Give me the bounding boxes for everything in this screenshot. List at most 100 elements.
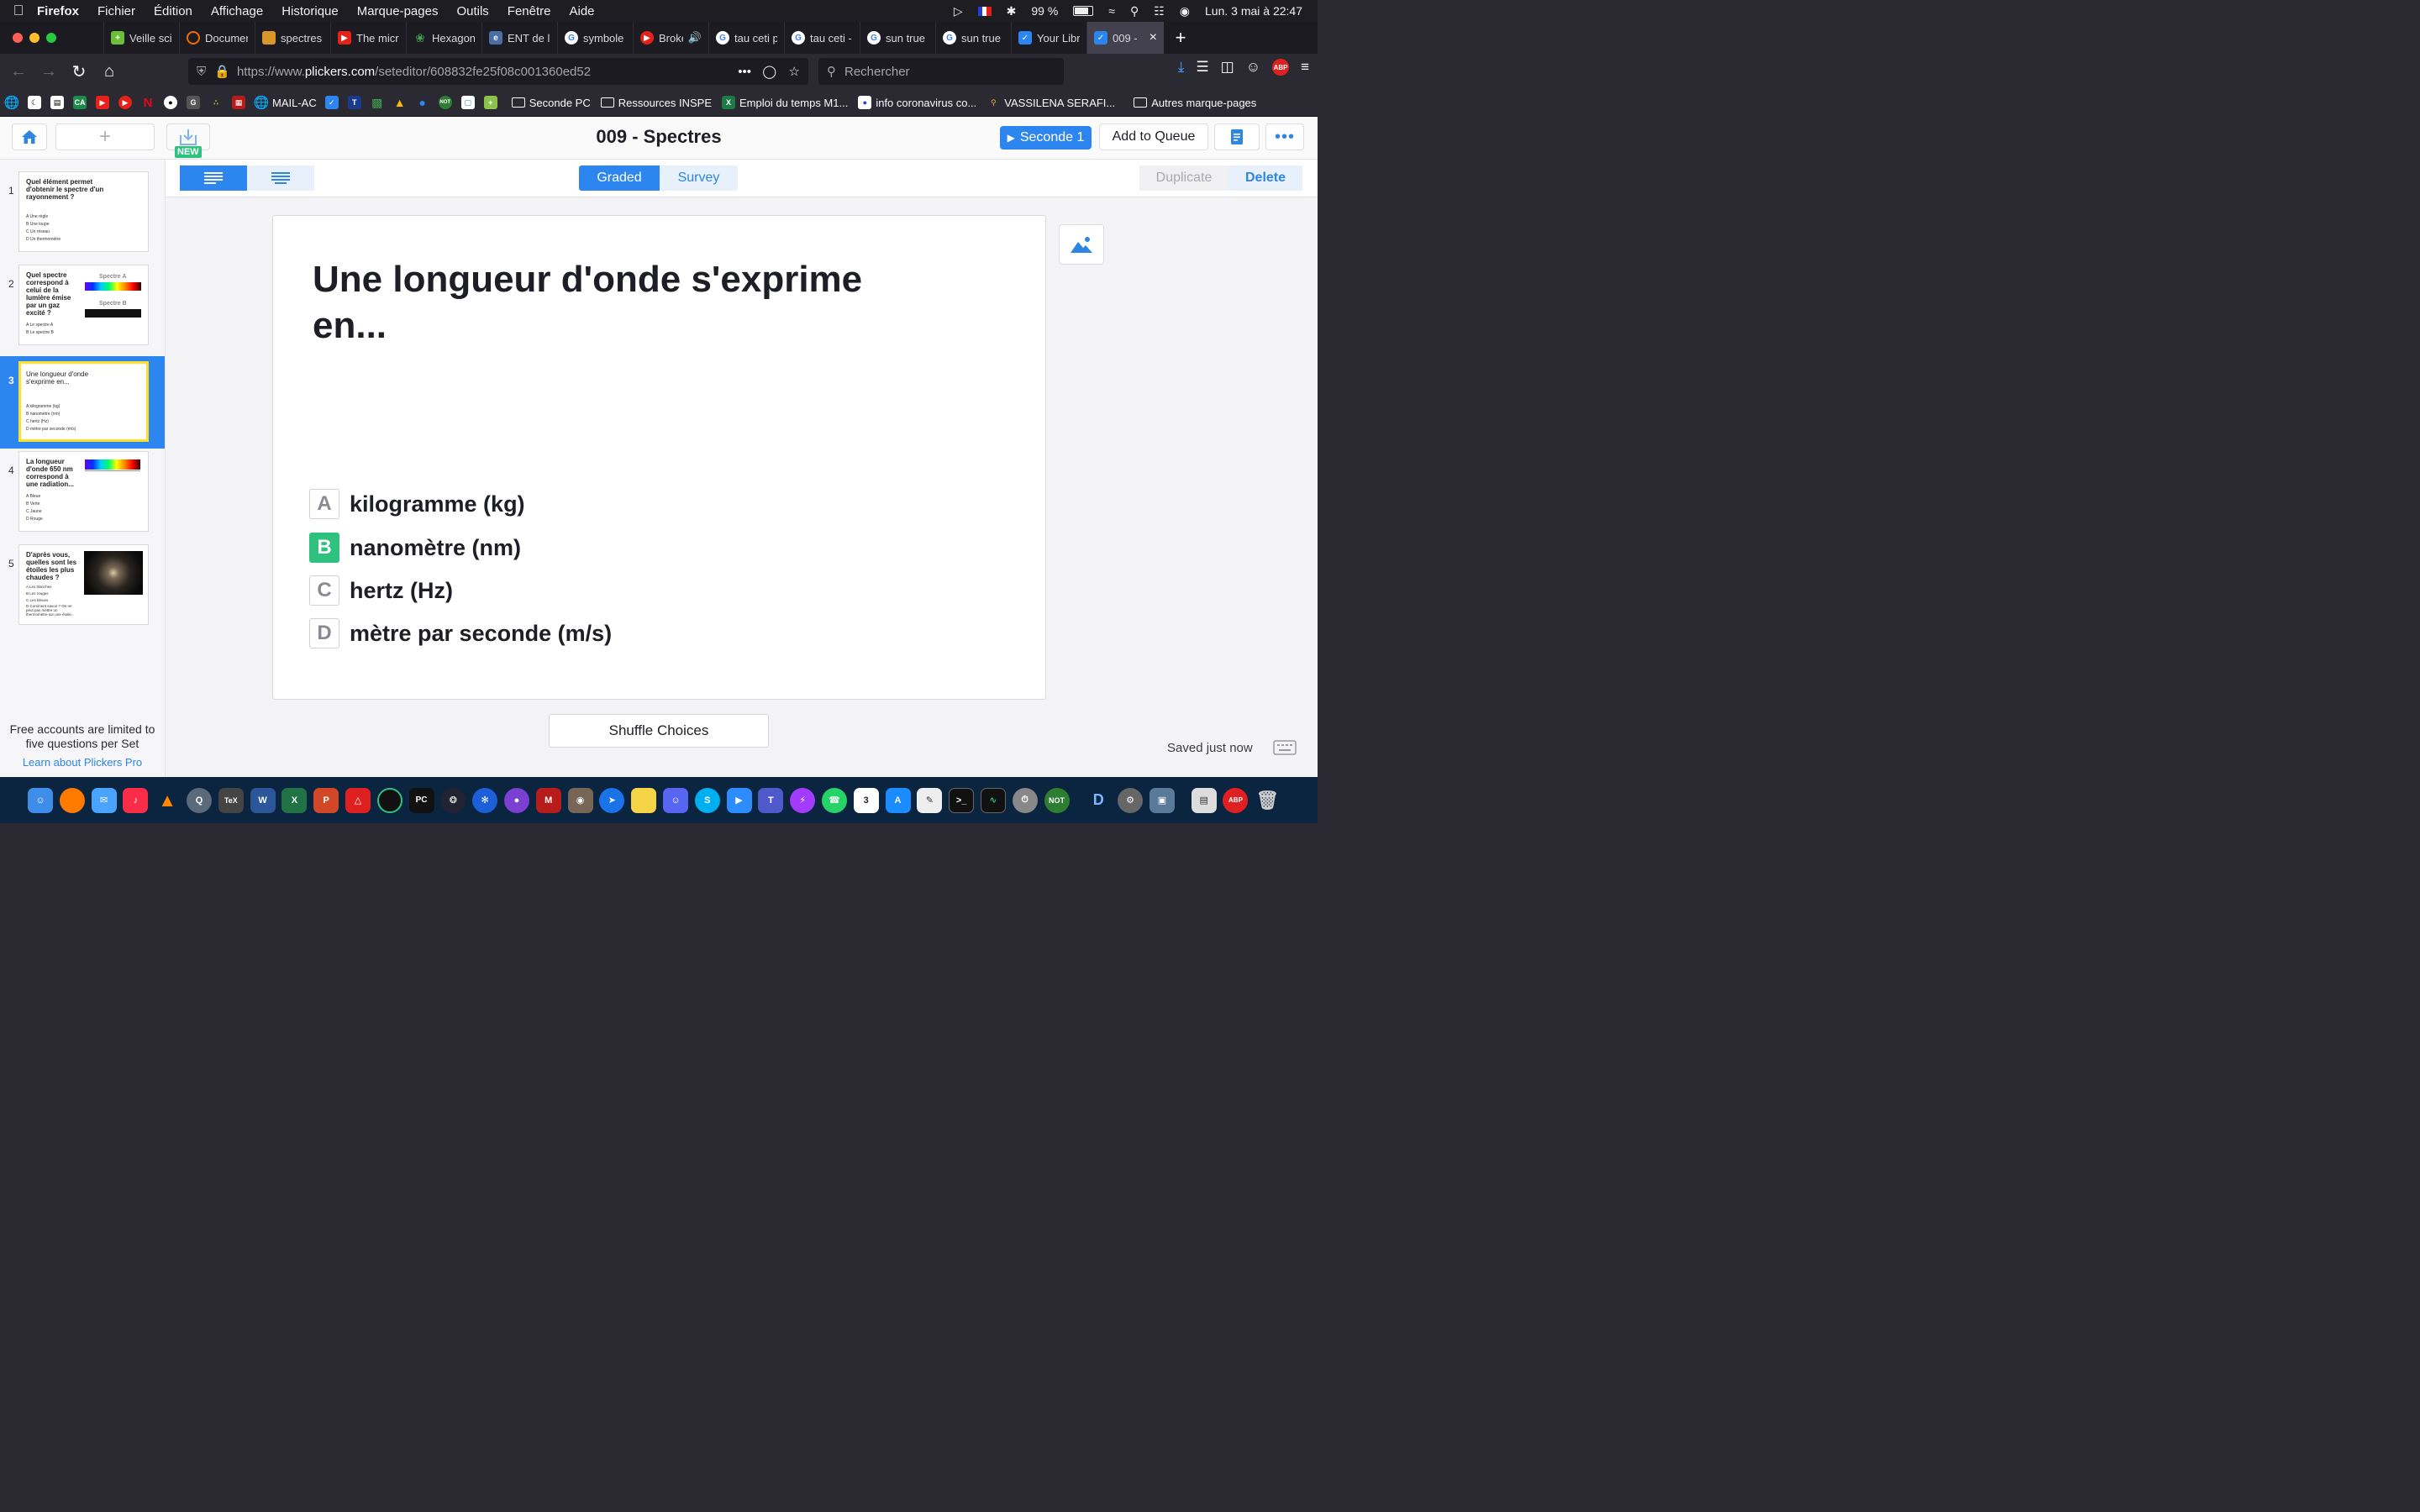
zoom-icon[interactable]: ▶	[726, 787, 752, 813]
drop-bookmark-icon[interactable]: ●	[416, 96, 429, 109]
graded-mode-toggle[interactable]: Graded	[579, 165, 660, 191]
dots-bookmark-icon[interactable]: ∴	[209, 96, 223, 109]
slide-thumbnail[interactable]: La longueur d'onde 650 nm correspond à u…	[18, 451, 149, 532]
striped-bookmark-icon[interactable]: ▦	[232, 96, 245, 109]
siri-icon[interactable]: ◉	[1180, 4, 1190, 18]
notes-icon[interactable]	[631, 787, 657, 813]
delete-button[interactable]: Delete	[1228, 165, 1302, 191]
survey-mode-toggle[interactable]: Survey	[660, 165, 738, 191]
discord-icon[interactable]: ☺	[662, 787, 688, 813]
input-source-flag-icon[interactable]	[977, 6, 992, 16]
question-text[interactable]: Une longueur d'onde s'exprime en...	[313, 256, 918, 349]
menu-app-name[interactable]: Firefox	[37, 4, 79, 18]
pycharm-icon[interactable]: PC	[408, 787, 434, 813]
slide-thumbnail[interactable]: Quel spectre correspond à celui de la lu…	[18, 265, 149, 345]
menu-marque-pages[interactable]: Marque-pages	[357, 4, 439, 18]
library-icon[interactable]: ☰	[1196, 59, 1208, 76]
browser-tab[interactable]: spectres	[255, 22, 330, 54]
screenshot-icon[interactable]: ▣	[1149, 787, 1175, 813]
control-center-icon[interactable]: ☷	[1154, 4, 1165, 18]
slide-thumbnail-row-selected[interactable]: 3 Une longueur d'onde s'exprime en... A …	[0, 356, 165, 449]
shuffle-choices-button[interactable]: Shuffle Choices	[549, 714, 769, 748]
check-bookmark-icon[interactable]: ✓	[324, 96, 339, 109]
system-preferences-icon[interactable]: ⚙	[1118, 787, 1144, 813]
youtube-music-bookmark-icon[interactable]: ▶	[118, 96, 132, 109]
texmaker-icon[interactable]: TeX	[218, 787, 244, 813]
github-desktop-icon[interactable]: ●	[503, 787, 529, 813]
wifi-icon[interactable]: ≈	[1108, 4, 1115, 18]
keyboard-shortcuts-icon[interactable]	[1273, 740, 1297, 755]
reload-button[interactable]: ↻	[64, 58, 94, 85]
slide-thumbnail[interactable]: D'après vous, quelles sont les étoiles l…	[18, 544, 149, 625]
excel-icon[interactable]: X	[281, 787, 308, 813]
choice-row-b[interactable]: B nanomètre (nm)	[309, 531, 521, 564]
browser-tab[interactable]: ▶ The micr	[330, 22, 406, 54]
close-tab-icon[interactable]: ×	[1150, 30, 1157, 45]
plickers-pro-link[interactable]: Learn about Plickers Pro	[0, 756, 165, 769]
teams-icon[interactable]: T	[758, 787, 784, 813]
shield-icon[interactable]: ⛨	[197, 65, 206, 79]
browser-tab[interactable]: Gsymbole	[557, 22, 633, 54]
bookmark-mail-ac[interactable]: MAIL-AC	[272, 97, 317, 109]
menu-fichier[interactable]: Fichier	[97, 4, 135, 18]
whatsapp-icon[interactable]: ☎	[821, 787, 847, 813]
messenger-icon[interactable]: ⚡	[790, 787, 816, 813]
mendeley-icon[interactable]: M	[535, 787, 561, 813]
zoom-window-button[interactable]	[46, 33, 56, 43]
stopwatch-icon[interactable]: ⏱	[1012, 787, 1038, 813]
menu-edition[interactable]: Édition	[154, 4, 192, 18]
app-store-icon[interactable]: A	[885, 787, 911, 813]
preview-icon[interactable]: ▤	[1191, 787, 1217, 813]
bookmark-vassilena[interactable]: ⚲ VASSILENA SERAFI...	[986, 96, 1115, 109]
menu-aide[interactable]: Aide	[570, 4, 595, 18]
url-bar[interactable]: ⛨ 🔒 https://www. plickers.com/seteditor/6…	[188, 58, 808, 85]
play-status-icon[interactable]: ▷	[954, 4, 963, 18]
skype-icon[interactable]: S	[694, 787, 720, 813]
choice-text-b[interactable]: nanomètre (nm)	[350, 535, 521, 561]
music-icon[interactable]: ♪	[123, 787, 149, 813]
speaker-icon[interactable]: 🔊	[688, 31, 702, 45]
davinci-icon[interactable]: ❂	[440, 787, 466, 813]
notability-icon[interactable]: NOT	[1044, 787, 1070, 813]
word-icon[interactable]: W	[250, 787, 276, 813]
bank-bookmark-icon[interactable]: CA	[73, 96, 87, 109]
adblock-dock-icon[interactable]: ABP	[1223, 787, 1249, 813]
slide-thumbnail-row[interactable]: 5 D'après vous, quelles sont les étoiles…	[0, 539, 165, 632]
layout-left-align-button[interactable]	[180, 165, 247, 191]
add-to-queue-button[interactable]: Add to Queue	[1099, 123, 1208, 150]
forward-button[interactable]: →	[34, 58, 64, 85]
choice-text-a[interactable]: kilogramme (kg)	[350, 491, 525, 517]
downloads-icon[interactable]: ⤓	[1178, 59, 1185, 76]
choice-letter-b-correct[interactable]: B	[309, 533, 339, 563]
activity-monitor-icon[interactable]: ∿	[980, 787, 1006, 813]
browser-tab[interactable]: Gtau ceti p	[708, 22, 784, 54]
pocket-icon[interactable]: ◯	[762, 64, 776, 79]
tinyurl-bookmark-icon[interactable]: T	[347, 96, 361, 109]
bookmark-folder-ressources-inspe[interactable]: Ressources INSPE	[600, 97, 712, 109]
github-bookmark-icon[interactable]: ●	[164, 96, 177, 109]
trash-icon[interactable]: 🗑	[1255, 788, 1280, 813]
battery-icon[interactable]	[1073, 6, 1094, 16]
slide-thumbnail-row[interactable]: 4 La longueur d'onde 650 nm correspond à…	[0, 446, 165, 538]
new-tab-button[interactable]: +	[1164, 27, 1197, 49]
choice-text-d[interactable]: mètre par seconde (m/s)	[350, 621, 612, 647]
gitkraken-icon[interactable]	[376, 787, 402, 813]
grammar-bookmark-icon[interactable]: G	[187, 96, 200, 109]
calendar-bookmark-icon[interactable]: ▤	[50, 96, 64, 109]
home-button[interactable]: ⌂	[94, 58, 124, 85]
not-bookmark-icon[interactable]: NOT	[438, 96, 452, 109]
image-bookmark-icon[interactable]: ▢	[460, 96, 475, 109]
browser-tab[interactable]: Gtau ceti -	[784, 22, 860, 54]
adblock-icon[interactable]: ABP	[1272, 59, 1290, 76]
browser-tab[interactable]: ▶ Broke 🔊	[633, 22, 708, 54]
choice-row-c[interactable]: C hertz (Hz)	[309, 574, 453, 607]
spotlight-search-icon[interactable]: ⚲	[1130, 4, 1139, 18]
slide-thumbnail-row[interactable]: 1 Quel élément permet d'obtenir le spect…	[0, 166, 165, 259]
close-window-button[interactable]	[13, 33, 23, 43]
choice-letter-c[interactable]: C	[309, 575, 339, 606]
drive-bookmark-icon[interactable]: ▲	[393, 96, 407, 109]
bluetooth-icon[interactable]: ✱	[1007, 4, 1017, 18]
qr-bookmark-icon[interactable]: ▩	[371, 96, 384, 109]
choice-letter-d[interactable]: D	[309, 618, 339, 648]
slide-thumbnail[interactable]: Une longueur d'onde s'exprime en... A ki…	[18, 361, 149, 442]
